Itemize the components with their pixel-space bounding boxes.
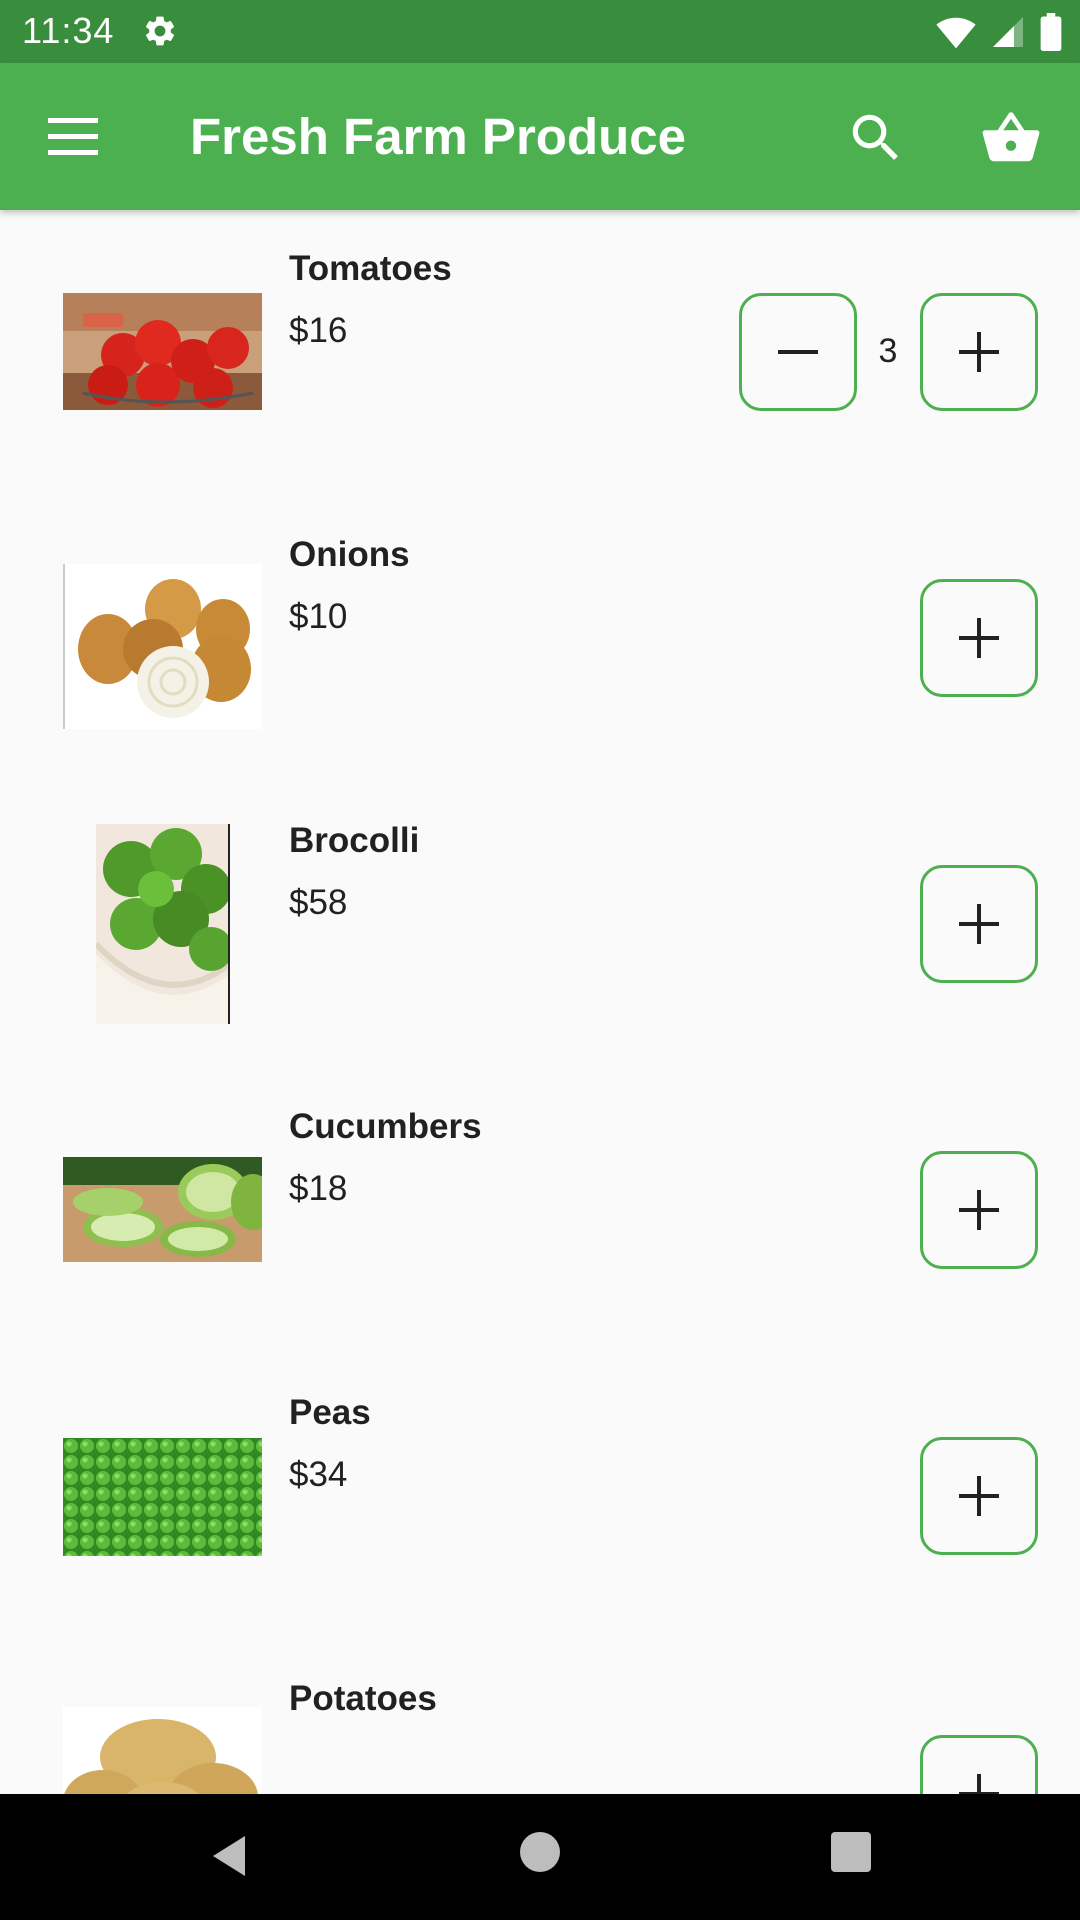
product-price: $10	[289, 597, 348, 636]
plus-icon	[959, 618, 999, 658]
shopping-basket-icon[interactable]	[975, 107, 1047, 169]
add-to-cart-button[interactable]	[920, 1735, 1038, 1794]
list-item-onions: Onions $10	[0, 496, 1080, 782]
page-title: Fresh Farm Produce	[190, 108, 686, 165]
plus-icon	[959, 1476, 999, 1516]
plus-icon	[959, 904, 999, 944]
battery-icon	[1040, 13, 1062, 51]
back-icon[interactable]	[205, 1832, 253, 1880]
product-name: Tomatoes	[289, 249, 452, 288]
list-item-tomatoes: Tomatoes $16 3	[0, 210, 1080, 496]
list-item-cucumbers: Cucumbers $18	[0, 1068, 1080, 1354]
recents-icon[interactable]	[831, 1832, 871, 1872]
product-price: $58	[289, 883, 348, 922]
minus-icon	[778, 350, 818, 354]
increase-quantity-button[interactable]	[920, 293, 1038, 411]
product-price: $18	[289, 1169, 348, 1208]
signal-icon	[993, 17, 1023, 47]
add-to-cart-button[interactable]	[920, 1437, 1038, 1555]
cucumbers-image	[63, 1157, 262, 1262]
list-item-brocolli: Brocolli $58	[0, 782, 1080, 1068]
wifi-icon	[936, 17, 976, 49]
settings-icon	[145, 16, 175, 46]
add-to-cart-button[interactable]	[920, 865, 1038, 983]
plus-icon	[959, 1774, 999, 1794]
product-price: $16	[289, 311, 348, 350]
plus-icon	[959, 332, 999, 372]
status-icons	[936, 12, 1062, 52]
search-icon[interactable]	[845, 107, 907, 169]
status-time: 11:34	[22, 10, 115, 51]
peas-image	[63, 1438, 262, 1556]
product-name: Potatoes	[289, 1679, 437, 1718]
onions-image	[63, 564, 262, 729]
product-list[interactable]: Tomatoes $16 3 Onions $10 Brocolli $58 C…	[0, 210, 1080, 1794]
menu-icon[interactable]	[42, 109, 104, 165]
tomatoes-image	[63, 293, 262, 410]
product-name: Brocolli	[289, 821, 420, 860]
product-name: Onions	[289, 535, 410, 574]
add-to-cart-button[interactable]	[920, 579, 1038, 697]
add-to-cart-button[interactable]	[920, 1151, 1038, 1269]
product-name: Cucumbers	[289, 1107, 482, 1146]
product-price: $34	[289, 1455, 348, 1494]
navigation-bar	[0, 1794, 1080, 1920]
home-icon[interactable]	[520, 1832, 560, 1872]
app-bar: Fresh Farm Produce	[0, 63, 1080, 210]
product-name: Peas	[289, 1393, 371, 1432]
list-item-peas: Peas $34	[0, 1354, 1080, 1640]
decrease-quantity-button[interactable]	[739, 293, 857, 411]
brocolli-image	[96, 824, 230, 1024]
quantity-value: 3	[878, 332, 898, 370]
plus-icon	[959, 1190, 999, 1230]
potatoes-image	[63, 1707, 262, 1794]
status-bar: 11:34	[0, 0, 1080, 63]
list-item-potatoes: Potatoes	[0, 1640, 1080, 1794]
